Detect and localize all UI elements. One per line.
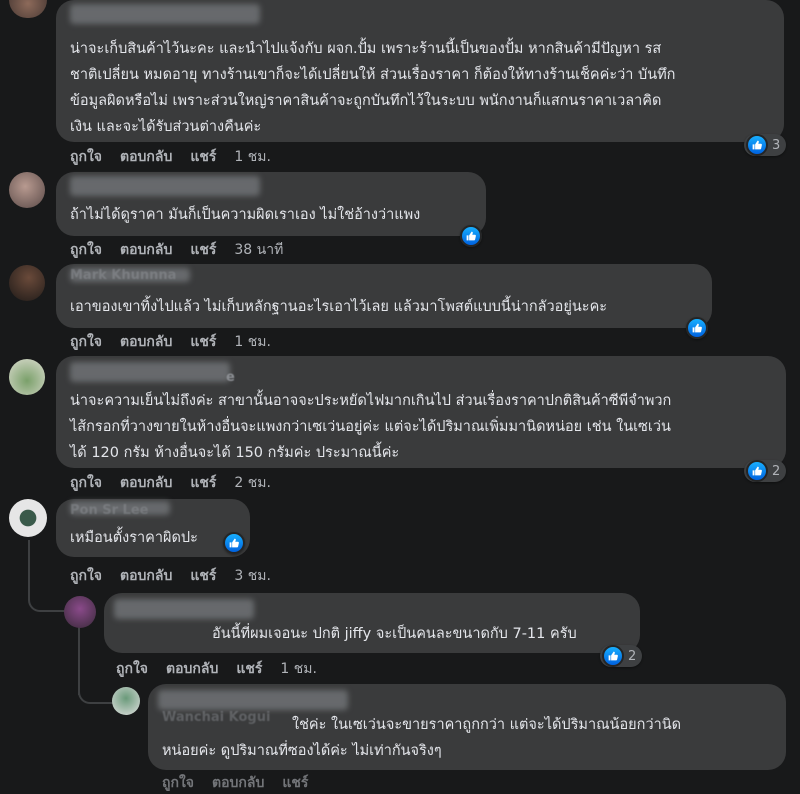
share-button[interactable]: แชร์: [190, 239, 216, 261]
reaction-count[interactable]: 3: [744, 134, 787, 156]
thread-connector: [28, 590, 68, 612]
comment-actions: ถูกใจ ตอบกลับ แชร์ 1 ชม.: [70, 146, 271, 168]
like-icon: [746, 460, 768, 482]
reaction-count[interactable]: [460, 225, 482, 247]
thread-line: [28, 540, 30, 595]
comment-actions: ถูกใจ ตอบกลับ แชร์ 2 ชม.: [70, 472, 271, 494]
share-button[interactable]: แชร์: [190, 146, 216, 168]
reply-button[interactable]: ตอบกลับ: [120, 239, 172, 261]
avatar[interactable]: [9, 0, 47, 18]
like-button[interactable]: ถูกใจ: [70, 239, 102, 261]
reply-button[interactable]: ตอบกลับ: [120, 565, 172, 587]
author-name[interactable]: e: [226, 370, 235, 385]
avatar[interactable]: [9, 499, 47, 537]
author-name-blurred[interactable]: [70, 4, 260, 24]
comment-text: น่าจะความเย็นไม่ถึงค่ะ สาขานั้นอาจจะประห…: [70, 393, 672, 461]
comment-text: ใช่ค่ะ ในเซเว่นจะขายราคาถูกกว่า แต่จะได้…: [162, 717, 682, 759]
avatar[interactable]: [9, 172, 45, 208]
comment-bubble: อันนี้ที่ผมเจอนะ ปกติ jiffy จะเป็นคนละขน…: [104, 593, 640, 653]
avatar[interactable]: [9, 359, 45, 395]
comment-bubble: Mark Khunnna เอาของเขาทิ้งไปแล้ว ไม่เก็บ…: [56, 264, 712, 328]
share-button[interactable]: แชร์: [236, 658, 262, 680]
share-button[interactable]: แชร์: [282, 772, 308, 794]
like-icon: [460, 225, 482, 247]
like-button[interactable]: ถูกใจ: [116, 658, 148, 680]
author-name-blurred[interactable]: [114, 599, 254, 619]
like-button[interactable]: ถูกใจ: [70, 146, 102, 168]
share-button[interactable]: แชร์: [190, 331, 216, 353]
avatar[interactable]: [112, 687, 140, 715]
comment-bubble: Wanchai Kogui ใช่ค่ะ ในเซเว่นจะขายราคาถู…: [148, 684, 786, 770]
avatar[interactable]: [9, 265, 45, 301]
reaction-number: 3: [772, 137, 781, 153]
like-icon: [746, 134, 768, 156]
like-button[interactable]: ถูกใจ: [162, 772, 194, 794]
comment-bubble: ถ้าไม่ได้ดูราคา มันก็เป็นความผิดเราเอง ไ…: [56, 172, 486, 236]
reply-button[interactable]: ตอบกลับ: [166, 658, 218, 680]
reaction-count[interactable]: 2: [600, 645, 643, 667]
reaction-count[interactable]: 2: [744, 460, 787, 482]
timestamp[interactable]: 2 ชม.: [234, 472, 271, 494]
comment-actions: ถูกใจ ตอบกลับ แชร์ 38 นาที: [70, 239, 283, 261]
comment-text: อันนี้ที่ผมเจอนะ ปกติ jiffy จะเป็นคนละขน…: [212, 626, 577, 642]
reaction-count[interactable]: [686, 317, 708, 339]
author-name-blurred[interactable]: [70, 362, 230, 382]
timestamp[interactable]: 3 ชม.: [234, 565, 271, 587]
thread-connector: [78, 680, 114, 704]
author-name[interactable]: Mark Khunnna: [70, 268, 176, 283]
avatar[interactable]: [64, 596, 96, 628]
like-icon: [223, 532, 245, 554]
like-icon: [686, 317, 708, 339]
like-button[interactable]: ถูกใจ: [70, 472, 102, 494]
timestamp[interactable]: 1 ชม.: [234, 331, 271, 353]
timestamp[interactable]: 38 นาที: [234, 239, 283, 261]
author-name-blurred[interactable]: [158, 690, 348, 710]
reaction-number: 2: [628, 648, 637, 664]
like-button[interactable]: ถูกใจ: [70, 331, 102, 353]
reaction-number: 2: [772, 463, 781, 479]
reply-button[interactable]: ตอบกลับ: [120, 146, 172, 168]
reaction-count[interactable]: [223, 532, 245, 554]
timestamp[interactable]: 1 ชม.: [234, 146, 271, 168]
author-name[interactable]: Pon Sr Lee: [70, 503, 148, 518]
timestamp[interactable]: 1 ชม.: [280, 658, 317, 680]
comment-bubble: น่าจะเก็บสินค้าไว้นะคะ และนำไปแจ้งกับ ผจ…: [56, 0, 784, 142]
share-button[interactable]: แชร์: [190, 565, 216, 587]
comment-text: เหมือนตั้งราคาผิดปะ: [70, 530, 198, 546]
comment-actions: ถูกใจ ตอบกลับ แชร์: [162, 772, 308, 794]
comment-actions: ถูกใจ ตอบกลับ แชร์ 1 ชม.: [70, 331, 271, 353]
comment-bubble: e น่าจะความเย็นไม่ถึงค่ะ สาขานั้นอาจจะปร…: [56, 356, 786, 468]
reply-button[interactable]: ตอบกลับ: [120, 472, 172, 494]
like-icon: [602, 645, 624, 667]
comment-text: น่าจะเก็บสินค้าไว้นะคะ และนำไปแจ้งกับ ผจ…: [70, 41, 676, 135]
comment-bubble: Pon Sr Lee เหมือนตั้งราคาผิดปะ: [56, 499, 250, 557]
comment-actions: ถูกใจ ตอบกลับ แชร์ 3 ชม.: [70, 565, 271, 587]
author-name-blurred[interactable]: [70, 176, 260, 196]
share-button[interactable]: แชร์: [190, 472, 216, 494]
like-button[interactable]: ถูกใจ: [70, 565, 102, 587]
comment-text: เอาของเขาทิ้งไปแล้ว ไม่เก็บหลักฐานอะไรเอ…: [70, 299, 608, 315]
reply-button[interactable]: ตอบกลับ: [212, 772, 264, 794]
reply-button[interactable]: ตอบกลับ: [120, 331, 172, 353]
comment-actions: ถูกใจ ตอบกลับ แชร์ 1 ชม.: [116, 658, 317, 680]
comment-text: ถ้าไม่ได้ดูราคา มันก็เป็นความผิดเราเอง ไ…: [70, 207, 421, 223]
